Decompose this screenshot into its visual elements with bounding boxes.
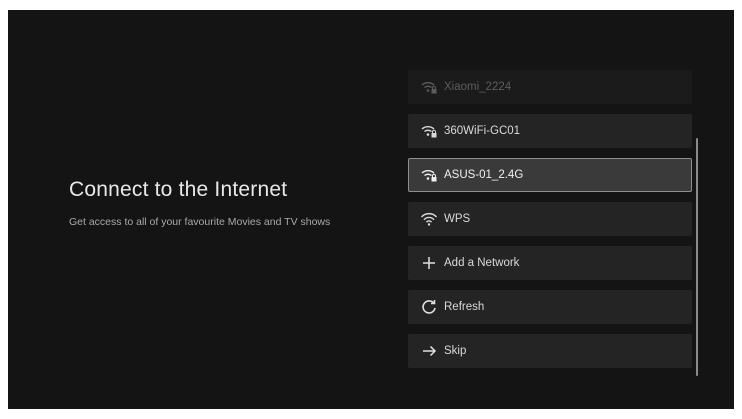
intro-panel: Connect to the Internet Get access to al… [69, 176, 369, 229]
list-scrollbar[interactable] [696, 138, 698, 376]
add-network-button[interactable]: Add a Network [408, 246, 692, 280]
wifi-icon [420, 210, 438, 228]
wifi-locked-icon [420, 122, 438, 140]
network-label: 360WiFi-GC01 [444, 125, 521, 137]
add-network-label: Add a Network [444, 257, 520, 269]
wifi-locked-icon [420, 78, 438, 96]
network-item-asus[interactable]: ASUS-01_2.4G [408, 158, 692, 192]
setup-screen: Connect to the Internet Get access to al… [8, 10, 734, 409]
network-list[interactable]: Xiaomi_2224 360WiFi-GC01 ASUS-01_2.4G WP… [408, 70, 693, 390]
refresh-label: Refresh [444, 301, 485, 313]
page-subtitle: Get access to all of your favourite Movi… [69, 216, 331, 228]
arrow-right-icon [420, 342, 438, 360]
plus-icon [420, 254, 438, 272]
network-label: ASUS-01_2.4G [444, 169, 524, 181]
network-label: Xiaomi_2224 [444, 81, 512, 93]
refresh-button[interactable]: Refresh [408, 290, 692, 324]
network-label: WPS [444, 213, 471, 225]
page-title: Connect to the Internet [69, 178, 288, 201]
wifi-locked-icon [420, 166, 438, 184]
network-item-wps[interactable]: WPS [408, 202, 692, 236]
skip-button[interactable]: Skip [408, 334, 692, 368]
skip-label: Skip [444, 345, 467, 357]
network-item-xiaomi[interactable]: Xiaomi_2224 [408, 70, 692, 104]
network-item-360wifi[interactable]: 360WiFi-GC01 [408, 114, 692, 148]
refresh-icon [420, 298, 438, 316]
